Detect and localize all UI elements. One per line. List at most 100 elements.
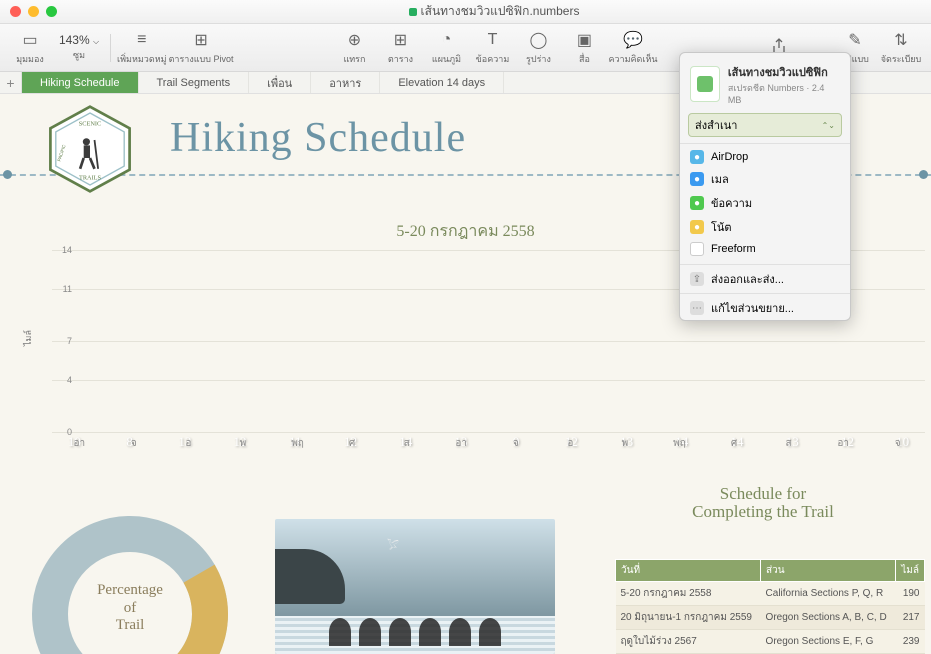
share-item-label: Freeform [711,243,756,255]
share-item-ข้อความ[interactable]: ●ข้อความ [680,191,850,215]
col-header[interactable]: วันที่ [616,560,761,582]
popover-doc-subtitle: สเปรดชีต Numbers · 2.4 MB [728,81,840,105]
table-button[interactable]: ⊞ ตาราง [378,29,422,66]
chevron-down-icon: ⌵ [93,37,99,46]
sheet-tab-4[interactable]: Elevation 14 days [380,72,504,93]
airdrop-icon: ● [690,150,704,164]
fullscreen-icon[interactable] [46,6,57,17]
table-row[interactable]: 20 มิถุนายน-1 กรกฎาคม 2559Oregon Section… [616,606,925,630]
categories-icon: ≡ [131,29,153,51]
guide-handle-right[interactable] [919,170,928,179]
shape-label: รูปร่าง [526,52,551,66]
table-label: ตาราง [388,52,413,66]
shape-button[interactable]: ◯ รูปร่าง [516,29,560,66]
document-icon [409,8,417,16]
x-tick: จ [489,436,544,454]
export-label: ส่งออกและส่ง... [711,270,784,288]
share-item-เมล[interactable]: ●เมล [680,167,850,191]
cell: Oregon Sections A, B, C, D [761,606,895,630]
cell: 239 [895,630,924,654]
x-tick: จ [107,436,162,454]
cell: Oregon Sections E, F, G [761,630,895,654]
cell: 190 [895,582,924,606]
cell: 5-20 กรกฎาคม 2558 [616,582,761,606]
x-tick: ศ [325,436,380,454]
comment-label: ความคิดเห็น [608,52,657,66]
table-icon: ⊞ [389,29,411,51]
share-item-freeform[interactable]: ●Freeform [680,239,850,259]
export-send-item[interactable]: ⇪ ส่งออกและส่ง... [680,267,850,291]
table-row[interactable]: ฤดูใบไม้ร่วง 2567Oregon Sections E, F, G… [616,630,925,654]
export-icon: ⇪ [690,272,704,286]
share-item-label: โน้ต [711,218,732,236]
photo-placeholder[interactable]: 𓅯 [275,519,555,654]
document-thumbnail-icon [690,66,720,102]
titlebar: เส้นทางชมวิวแปซิฟิก.numbers [0,0,931,24]
categories-button[interactable]: ≡ เพิ่มหมวดหมู่ [117,29,167,66]
x-tick: พ [216,436,271,454]
window-controls[interactable] [0,6,57,17]
updown-icon: ⌃⌄ [822,121,835,130]
table-row[interactable]: 5-20 กรกฎาคม 2558California Sections P, … [616,582,925,606]
sheet-tab-1[interactable]: Trail Segments [139,72,250,93]
share-item-label: เมล [711,170,729,188]
comment-button[interactable]: 💬 ความคิดเห็น [608,29,657,66]
zoom-selector[interactable]: 143% ⌵ ซูม [54,33,104,62]
window-title-text: เส้นทางชมวิวแปซิฟิก.numbers [421,2,580,21]
format-icon: ✎ [844,29,866,51]
svg-text:SCENIC: SCENIC [79,121,101,128]
x-tick: พฤ [270,436,325,454]
view-button[interactable]: ▭ มุมมอง [8,29,52,66]
close-icon[interactable] [10,6,21,17]
insert-label: แทรก [343,52,365,66]
cell: California Sections P, Q, R [761,582,895,606]
x-tick: อา [816,436,871,454]
send-copy-select[interactable]: ส่งสำเนา ⌃⌄ [688,113,842,137]
share-item-label: AirDrop [711,151,748,163]
donut-label: PercentageofTrail [75,582,185,634]
sheet-tab-2[interactable]: เพื่อน [249,72,311,93]
chart-button[interactable]: ◔ แผนภูมิ [424,29,468,66]
media-button[interactable]: ▣ สื่อ [562,29,606,66]
comment-icon: 💬 [622,29,644,51]
organize-icon: ⇅ [890,29,912,51]
col-header[interactable]: ไมล์ [895,560,924,582]
add-sheet-button[interactable]: + [0,72,22,93]
schedule-table[interactable]: วันที่ส่วนไมล์ 5-20 กรกฎาคม 2558Californ… [615,559,925,654]
x-tick: จ [870,436,925,454]
sheet-tab-0[interactable]: Hiking Schedule [22,72,139,93]
text-label: ข้อความ [476,52,510,66]
chart-label: แผนภูมิ [432,52,461,66]
chart-icon: ◔ [435,29,457,51]
window-title: เส้นทางชมวิวแปซิฟิก.numbers [57,2,931,21]
x-tick: ส [379,436,434,454]
view-label: มุมมอง [16,52,44,66]
x-tick: อา [52,436,107,454]
x-tick: พฤ [652,436,707,454]
shape-icon: ◯ [527,29,549,51]
pivot-button[interactable]: ⊞ ตารางแบบ Pivot [169,29,234,66]
col-header[interactable]: ส่วน [761,560,895,582]
svg-text:TRAILS: TRAILS [79,175,102,182]
pivot-icon: ⊞ [190,29,212,51]
view-icon: ▭ [19,29,41,51]
share-item-โน้ต[interactable]: ●โน้ต [680,215,850,239]
guide-handle-left[interactable] [3,170,12,179]
y-axis-label: ไมล์ [21,330,35,346]
text-button[interactable]: T ข้อความ [470,29,514,66]
share-item-airdrop[interactable]: ● AirDrop [680,147,850,167]
cell: ฤดูใบไม้ร่วง 2567 [616,630,761,654]
x-tick: อ [543,436,598,454]
insert-button[interactable]: ⊕ แทรก [332,29,376,66]
x-tick: พ [598,436,653,454]
sheet-tab-3[interactable]: อาหาร [311,72,380,93]
organize-button[interactable]: ⇅ จัดระเบียบ [879,29,923,66]
send-copy-label: ส่งสำเนา [695,116,737,134]
x-tick: ส [761,436,816,454]
edit-extensions-item[interactable]: ⋯ แก้ไขส่วนขยาย... [680,296,850,320]
trails-logo: SCENIC TRAILS PACIFIC [45,104,135,194]
x-tick: อา [434,436,489,454]
minimize-icon[interactable] [28,6,39,17]
extensions-icon: ⋯ [690,301,704,315]
page-heading: Hiking Schedule [170,114,466,162]
